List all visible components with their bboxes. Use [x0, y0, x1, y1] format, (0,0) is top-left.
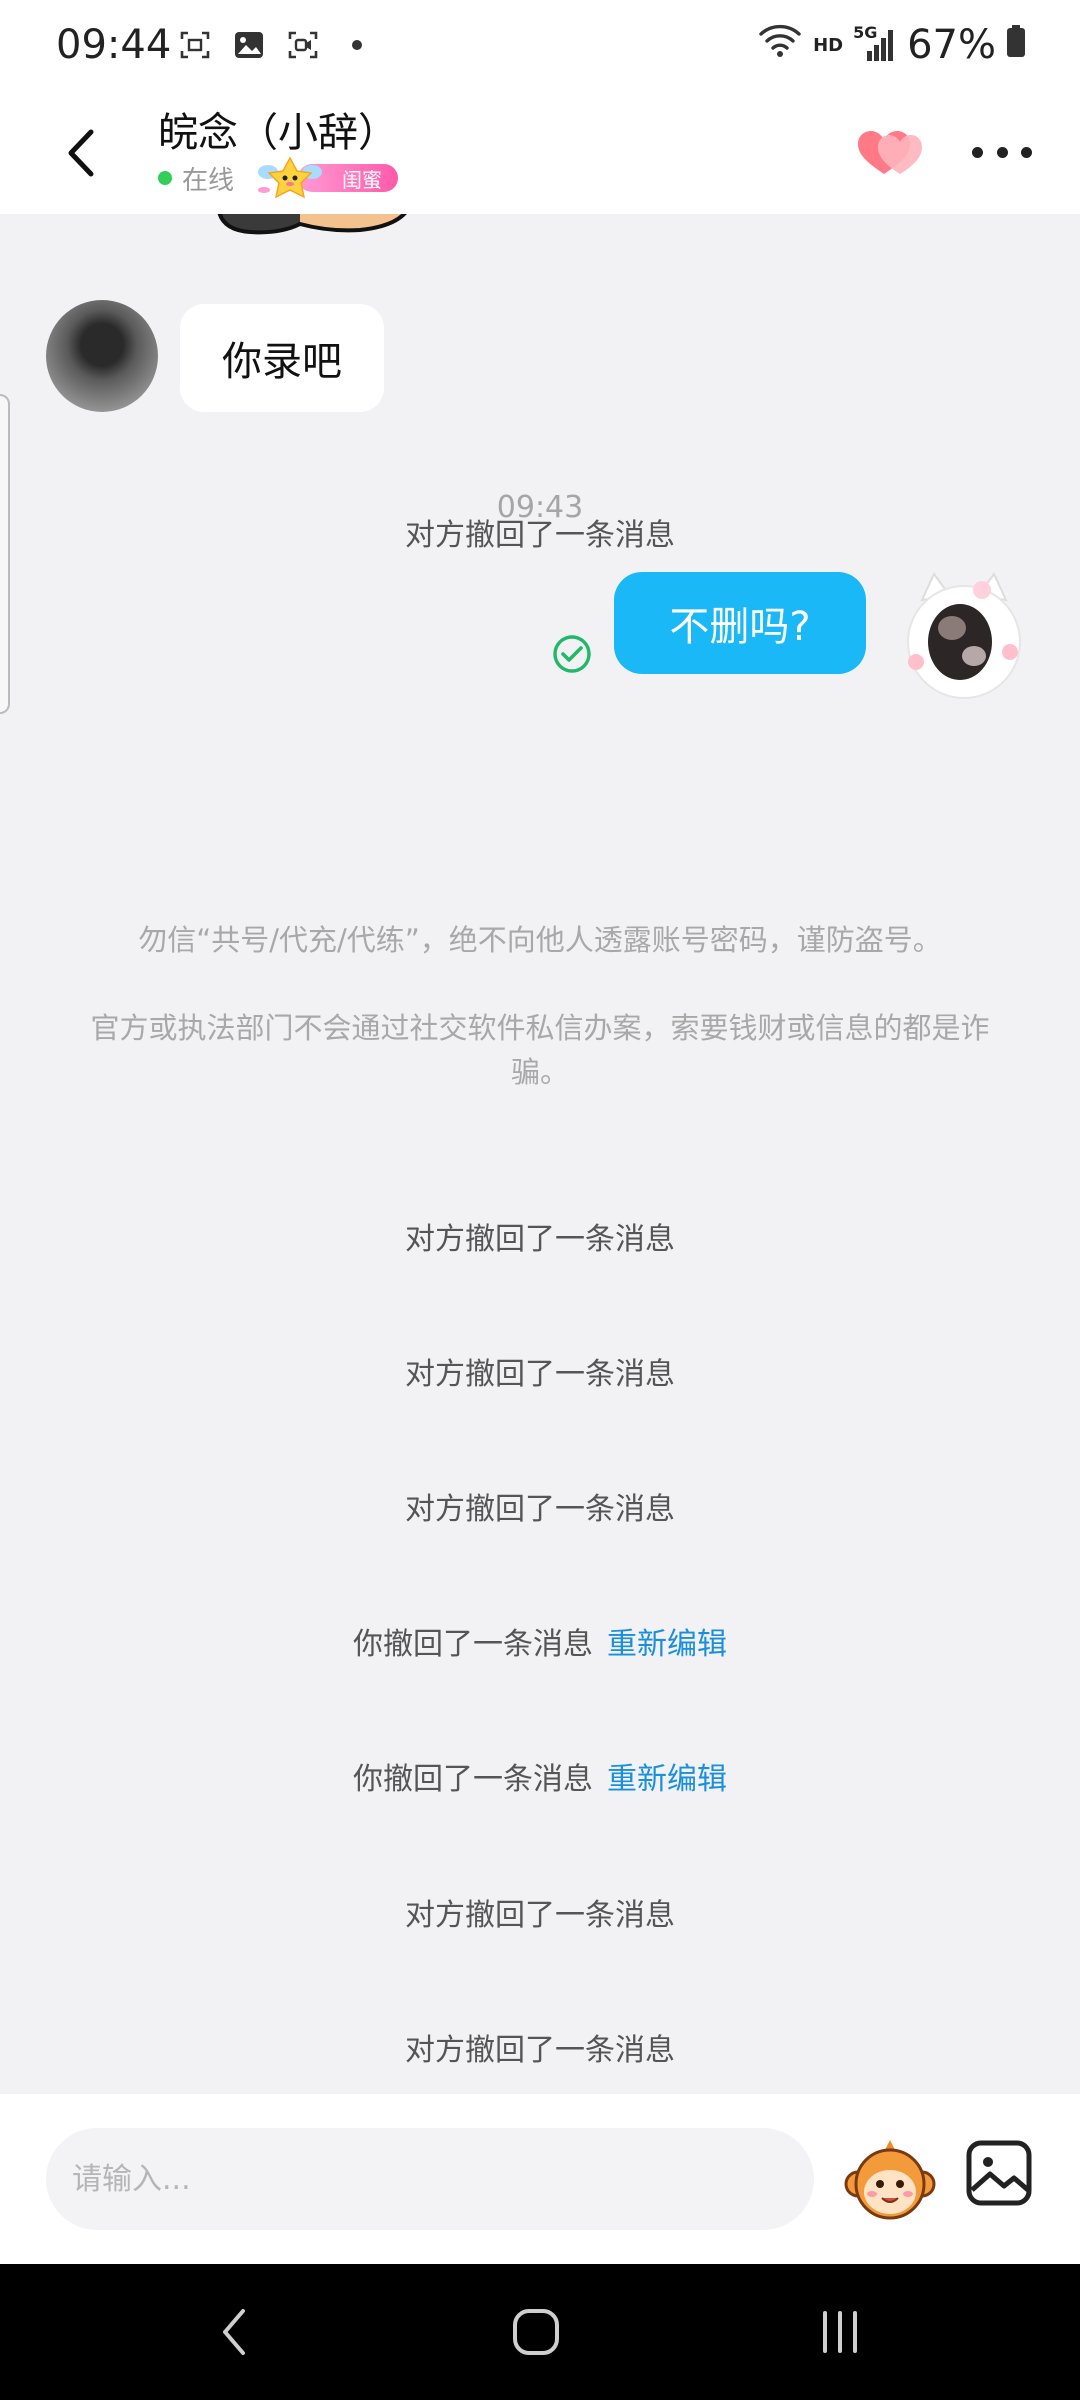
status-bar: 09:44 HD 5G 67% — [0, 0, 1080, 96]
image-icon[interactable] — [964, 2138, 1034, 2208]
gallery-icon — [232, 28, 266, 62]
security-warning: 勿信“共号/代充/代练”，绝不向他人透露账号密码，谨防盗号。 — [138, 923, 942, 957]
fraud-warning: 官方或执法部门不会通过社交软件私信办案，索要钱财或信息的都是诈骗。 — [90, 1011, 990, 1089]
system-navigation-bar — [0, 2264, 1080, 2400]
recall-notice: 对方撤回了一条消息 — [405, 1222, 675, 1257]
online-text: 在线 — [182, 165, 235, 196]
reedit-link[interactable]: 重新编辑 — [607, 1627, 727, 1662]
input-bar — [0, 2094, 1080, 2264]
bestie-badge[interactable]: 闺蜜 — [258, 156, 399, 200]
received-message-bubble[interactable]: 你录吧 — [180, 304, 384, 412]
chevron-left-icon — [68, 129, 94, 177]
recall-notice: 对方撤回了一条消息 — [405, 1898, 675, 1933]
nav-recents-button[interactable] — [810, 2302, 870, 2362]
contact-name[interactable]: 皖念（小辞） — [158, 100, 398, 158]
online-dot-icon — [158, 171, 172, 185]
side-drawer-handle[interactable] — [0, 394, 10, 714]
screen-record-icon — [286, 28, 320, 62]
more-dot — [972, 146, 983, 158]
battery-percent: 67% — [907, 22, 996, 68]
recall-notice: 对方撤回了一条消息 — [405, 518, 675, 553]
back-button[interactable] — [52, 118, 108, 188]
nav-recents-icon — [823, 2311, 857, 2353]
hearts-icon[interactable] — [854, 124, 926, 184]
more-dot — [1021, 146, 1032, 158]
more-options-button[interactable] — [972, 132, 1032, 172]
monkey-face-icon[interactable] — [844, 2134, 936, 2226]
message-input[interactable] — [46, 2128, 814, 2230]
reedit-link[interactable]: 重新编辑 — [607, 1762, 727, 1797]
signal-icon: 5G — [853, 23, 897, 63]
status-time: 09:44 — [56, 22, 172, 68]
self-recall-notice: 你撤回了一条消息 重新编辑 — [353, 1762, 727, 1797]
chat-area[interactable]: 你录吧 09:43 不删吗? 对方撤回了一条消息 勿信“共号/代充/代练”，绝不… — [0, 214, 1080, 2094]
check-circle-icon — [553, 635, 591, 673]
recall-notice: 对方撤回了一条消息 — [405, 1357, 675, 1392]
star-mascot-icon — [258, 156, 323, 199]
nav-home-icon — [513, 2309, 559, 2355]
battery-icon — [1006, 22, 1026, 68]
screenshot-icon — [178, 28, 212, 62]
recall-notice: 对方撤回了一条消息 — [405, 2033, 675, 2068]
chat-header: 皖念（小辞） 在线 闺蜜 — [0, 96, 1080, 214]
nav-home-button[interactable] — [506, 2302, 566, 2362]
self-recall-notice: 你撤回了一条消息 重新编辑 — [353, 1627, 727, 1662]
notification-dot-icon — [340, 28, 374, 62]
more-dot — [996, 146, 1008, 158]
wifi-icon — [757, 22, 803, 68]
sticker-image[interactable] — [210, 214, 420, 246]
hd-label: HD — [813, 34, 844, 56]
nav-back-icon — [223, 2309, 245, 2355]
contact-avatar[interactable] — [46, 300, 158, 412]
nav-back-button[interactable] — [204, 2302, 264, 2362]
sent-message-bubble[interactable]: 不删吗? — [614, 572, 866, 674]
online-status: 在线 闺蜜 — [158, 156, 399, 200]
my-avatar[interactable] — [894, 570, 1034, 710]
recall-notice: 对方撤回了一条消息 — [405, 1492, 675, 1527]
